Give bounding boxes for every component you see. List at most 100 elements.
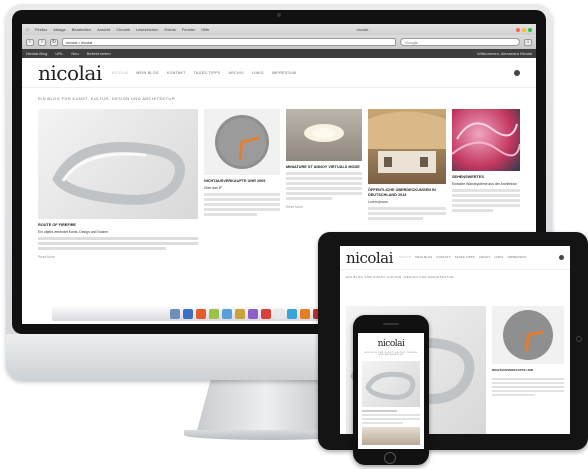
nav-item[interactable]: LINKS: [495, 256, 504, 259]
app-icon[interactable]: [248, 309, 258, 319]
post-title[interactable]: MINIATURE ST ANNOY VIRTUALS MODE: [286, 165, 362, 170]
site-logo[interactable]: nicolai: [38, 61, 102, 85]
post-excerpt: [38, 237, 198, 250]
nav-item[interactable]: NICOLAI: [399, 256, 411, 259]
site-logo[interactable]: nicolai: [358, 339, 424, 349]
nav-item[interactable]: ARCHIV: [479, 256, 491, 259]
post-excerpt: [492, 376, 564, 398]
search-icon[interactable]: [559, 255, 564, 260]
app-icon[interactable]: [287, 309, 297, 319]
post-image: [38, 109, 198, 219]
mail-icon[interactable]: [222, 309, 232, 319]
post-card[interactable]: SEHENSWERTES Einfache Wandsysteme aus de…: [451, 109, 521, 214]
read-more-link[interactable]: Read More: [38, 255, 198, 260]
search-icon[interactable]: [514, 69, 520, 76]
nav-item[interactable]: LINKS: [252, 71, 264, 75]
sculpture-image: [365, 371, 416, 400]
user-greeting[interactable]: Willkommen, Alexandra Nicolai: [477, 51, 532, 56]
close-icon[interactable]: [516, 27, 520, 32]
site-logo[interactable]: nicolai: [346, 249, 393, 267]
window-title: nicolai.: [354, 27, 368, 32]
nav-item[interactable]: MEIN BLOG: [415, 256, 432, 259]
nav-item[interactable]: IMPRESSUM: [272, 71, 296, 75]
sculpture-image: [52, 142, 185, 205]
art-image: [451, 122, 521, 157]
nav-item[interactable]: TAGES-TIPPS: [194, 71, 221, 75]
gallery-image: [368, 111, 446, 173]
menu-item[interactable]: Bearbeiten: [72, 27, 91, 32]
url-input[interactable]: nicolai • nicolai: [62, 38, 396, 46]
post-image: [286, 109, 362, 161]
post-title[interactable]: NICHTAUSVERKAUFTE UHR: [492, 368, 564, 372]
safari-icon[interactable]: [183, 309, 193, 319]
post-card[interactable]: ROUTE OF FIREFIRE Ein objekt verbindet K…: [38, 109, 198, 260]
nav-item[interactable]: TAGES-TIPPS: [455, 256, 475, 259]
forward-icon[interactable]: ›: [38, 38, 46, 46]
mac-menubar:  Firefox Ablage Bearbeiten Ansicht Chronik L…: [22, 24, 536, 35]
minimize-icon[interactable]: [522, 27, 526, 32]
bookmarks-bar: Nicolai-Blog URL Neu Beliebt seiten Will…: [22, 49, 536, 58]
nav-item[interactable]: KONTAKT: [437, 256, 451, 259]
app-icon[interactable]: [274, 309, 284, 319]
post-subtitle: Einfache Wandsysteme aus der Architektur: [452, 182, 517, 186]
app-icon[interactable]: [300, 309, 310, 319]
lamp-image: [304, 124, 344, 142]
nav-item[interactable]: NICOLAI: [112, 71, 128, 75]
app-icon[interactable]: [209, 309, 219, 319]
firefox-icon[interactable]: [196, 309, 206, 319]
menu-item[interactable]: Hilfe: [201, 27, 209, 32]
nav-item[interactable]: KONTAKT: [167, 71, 186, 75]
nav-item[interactable]: ARCHIV: [229, 71, 244, 75]
back-icon[interactable]: ‹: [26, 38, 34, 46]
post-image: [492, 306, 564, 364]
post-image: [362, 361, 420, 407]
menu-item[interactable]: Chronik: [116, 27, 130, 32]
post-title[interactable]: SEHENSWERTES: [452, 175, 520, 180]
bookmark-item[interactable]: Nicolai-Blog: [26, 51, 47, 56]
post-excerpt: [362, 410, 420, 424]
bookmark-item[interactable]: Neu: [71, 51, 78, 56]
home-icon[interactable]: ⌂: [524, 38, 532, 46]
speaker-icon: [383, 323, 399, 325]
reload-icon[interactable]: ↻: [50, 38, 58, 46]
post-card[interactable]: ÖFFENTLICHE ÜBERDECKUNGEN IN DEUTSCHLAND…: [368, 109, 446, 222]
home-button-icon[interactable]: [576, 336, 582, 342]
post-subtitle: Ein objekt verbindet Kunst, Design und N…: [38, 230, 109, 234]
post-excerpt: [286, 172, 362, 200]
post-subtitle: Lorem ipsum: [368, 200, 388, 204]
iphone-screen: nicolai EIN BLOG FÜR KUNST, KULTUR, DESI…: [358, 333, 424, 449]
apple-icon[interactable]: : [26, 27, 29, 32]
clock-image: [215, 115, 269, 169]
bookmark-item[interactable]: Beliebt seiten: [87, 51, 111, 56]
menu-item[interactable]: Ablage: [53, 27, 65, 32]
menu-item[interactable]: Lesezeichen: [136, 27, 158, 32]
nav-item[interactable]: IMPRESSUM: [508, 256, 526, 259]
menu-item[interactable]: Ansicht: [97, 27, 110, 32]
post-image: [204, 109, 280, 175]
read-more-link[interactable]: Read More: [286, 205, 362, 210]
post-excerpt: [204, 193, 280, 216]
menu-item[interactable]: Firefox: [35, 27, 47, 32]
app-icon[interactable]: [235, 309, 245, 319]
menu-item[interactable]: Extras: [164, 27, 175, 32]
imac-stand: [196, 372, 336, 434]
post-title[interactable]: ROUTE OF FIREFIRE: [38, 223, 198, 228]
site-header: nicolai NICOLAI MEIN BLOG KONTAKT TAGES-…: [22, 58, 536, 88]
site-tagline: EIN BLOG FÜR KUNST, KULTUR, DESIGN UND A…: [364, 352, 418, 356]
zoom-icon[interactable]: [528, 27, 532, 32]
bookmark-item[interactable]: URL: [55, 51, 63, 56]
home-button-icon[interactable]: [384, 452, 396, 464]
post-card[interactable]: MINIATURE ST ANNOY VIRTUALS MODE Read Mo…: [286, 109, 362, 210]
finder-icon[interactable]: [170, 309, 180, 319]
post-card[interactable]: NICHTAUSVERKAUFTE UHR 2009 Über das IP: [204, 109, 280, 218]
search-input[interactable]: Google: [400, 38, 520, 46]
nav-item[interactable]: MEIN BLOG: [136, 71, 159, 75]
menu-item[interactable]: Fenster: [182, 27, 196, 32]
app-icon[interactable]: [261, 309, 271, 319]
menu-items: Firefox Ablage Bearbeiten Ansicht Chronik Les…: [35, 27, 209, 32]
post-image: [362, 427, 420, 445]
browser-toolbar: ‹ › ↻ nicolai • nicolai Google ⌂: [22, 35, 536, 49]
post-title[interactable]: ÖFFENTLICHE ÜBERDECKUNGEN IN DEUTSCHLAND…: [368, 188, 446, 198]
post-subtitle: Über das IP: [204, 186, 222, 190]
post-title[interactable]: NICHTAUSVERKAUFTE UHR 2009: [204, 179, 280, 184]
